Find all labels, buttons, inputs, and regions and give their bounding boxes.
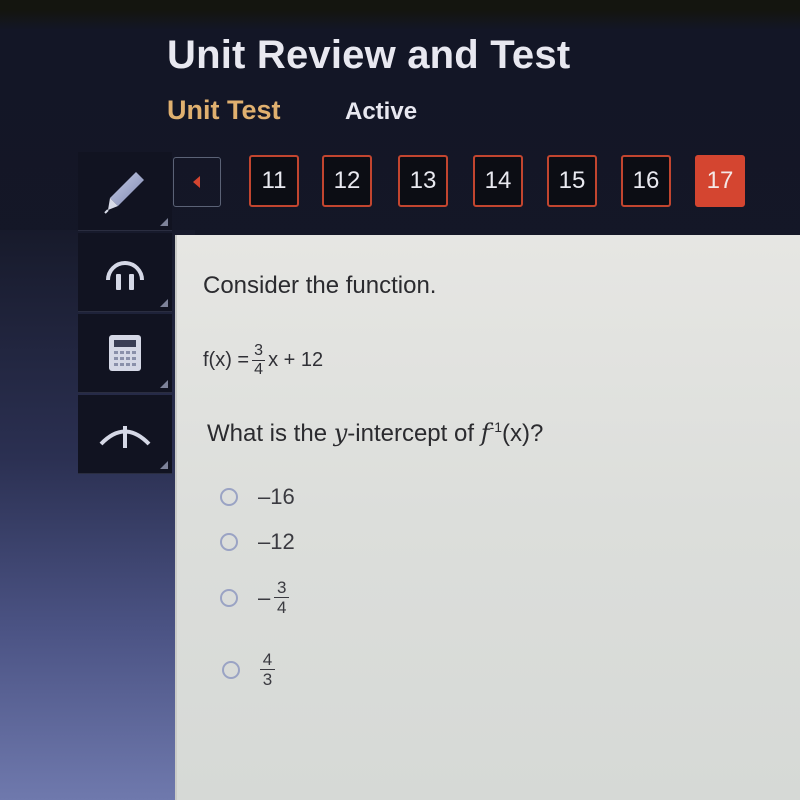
question-panel (175, 235, 800, 800)
question-17-button[interactable]: 17 (695, 155, 745, 207)
option-sign: – (258, 584, 271, 610)
equation-fraction: 3 4 (252, 342, 266, 379)
fraction-denominator: 4 (254, 361, 264, 378)
question-prompt: Consider the function. (203, 272, 437, 299)
page-title: Unit Review and Test (167, 33, 571, 77)
previous-question-button[interactable] (173, 157, 221, 207)
fraction-denominator: 3 (262, 670, 273, 689)
calculator-icon (109, 335, 141, 371)
equation-rhs: x + 12 (268, 349, 324, 371)
triangle-left-icon (193, 176, 200, 188)
question-13-button[interactable]: 13 (398, 155, 448, 207)
fraction-denominator: 4 (277, 598, 287, 617)
audio-tool-button[interactable] (78, 233, 172, 312)
radio-button[interactable] (220, 588, 238, 607)
fraction-numerator: 3 (277, 578, 287, 597)
answer-option[interactable]: –3 4 (220, 578, 290, 617)
question-14-button[interactable]: 14 (473, 155, 523, 207)
calculator-tool-button[interactable] (78, 314, 172, 393)
option-fraction: 34 (274, 578, 290, 617)
question-text: What is the y-intercept of f-1(x)? (207, 419, 543, 448)
reference-icon (99, 426, 151, 448)
expand-corner (160, 461, 168, 469)
answer-option[interactable]: –16 (220, 484, 295, 510)
answer-option[interactable]: –12 (220, 529, 295, 555)
headphones-icon (106, 261, 144, 290)
option-label: –12 (258, 529, 295, 554)
option-fraction: 43 (260, 650, 275, 689)
function-equation: f(x) = 3 4 x + 12 (203, 342, 323, 379)
question-15-button[interactable]: 15 (547, 155, 597, 207)
expand-corner (160, 380, 168, 388)
section-title: Unit Test (167, 95, 281, 125)
question-function: f (480, 419, 490, 447)
answer-option[interactable]: 43 (222, 650, 275, 689)
radio-button[interactable] (222, 660, 240, 679)
inverse-superscript: -1 (489, 419, 503, 435)
fraction-numerator: 4 (262, 650, 273, 669)
option-label: –16 (258, 484, 295, 509)
question-11-button[interactable]: 11 (249, 155, 299, 207)
question-12-button[interactable]: 12 (322, 155, 372, 207)
radio-button[interactable] (220, 488, 238, 506)
pencil-icon (104, 172, 144, 214)
radio-button[interactable] (220, 533, 238, 551)
question-text-part: -intercept of (347, 420, 481, 447)
question-text-part: (x)? (502, 420, 544, 447)
question-16-button[interactable]: 16 (621, 155, 671, 207)
reference-tool-button[interactable] (78, 395, 172, 474)
expand-corner (160, 218, 168, 226)
pencil-tool-button[interactable] (78, 152, 172, 231)
question-text-part: What is the (207, 420, 334, 447)
fraction-numerator: 3 (254, 342, 264, 359)
status-label: Active (345, 98, 418, 125)
expand-corner (160, 299, 168, 307)
question-variable: y (333, 419, 348, 447)
equation-lhs: f(x) = (203, 349, 250, 371)
